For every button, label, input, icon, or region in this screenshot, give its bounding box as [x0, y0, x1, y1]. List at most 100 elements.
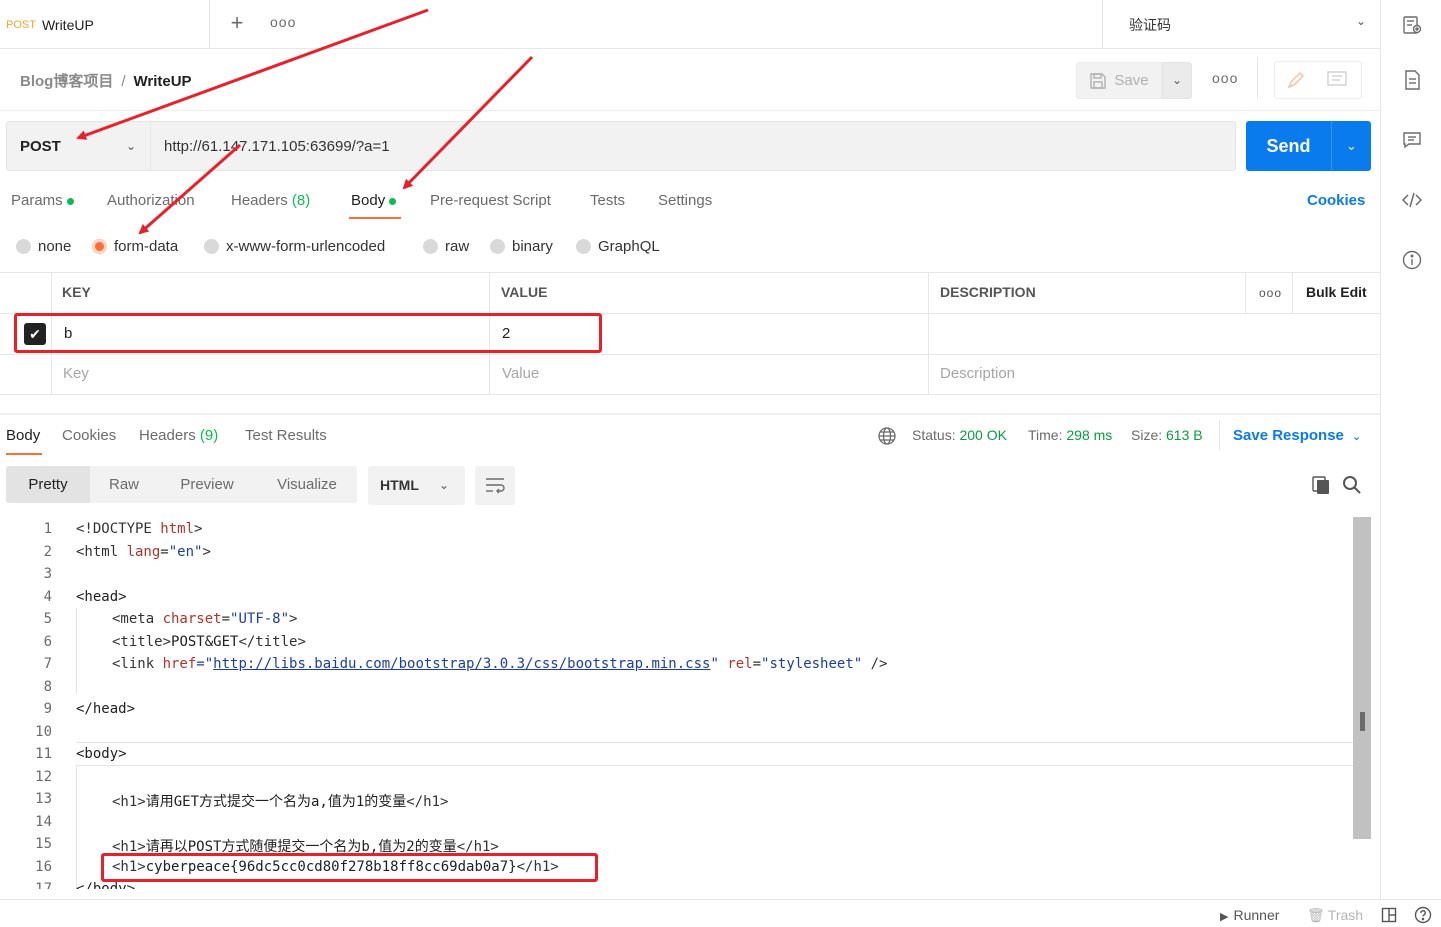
view-preview-button[interactable]: Preview: [166, 466, 248, 503]
line-number: 4: [43, 589, 52, 605]
environment-select[interactable]: 验证码 ⌄: [1102, 0, 1380, 49]
divider: [0, 110, 1380, 111]
save-response-button[interactable]: Save Response ⌄: [1233, 427, 1361, 444]
radio-label: raw: [445, 238, 470, 255]
code-token: <title>: [112, 634, 172, 650]
save-response-label: Save Response: [1233, 427, 1344, 444]
line-number: 8: [43, 679, 52, 695]
save-label: Save: [1114, 72, 1149, 89]
radio-none[interactable]: none: [16, 238, 71, 255]
save-button[interactable]: Save: [1076, 62, 1162, 99]
send-dropdown-button[interactable]: ⌄: [1331, 121, 1371, 171]
current-line-highlight: [76, 742, 1353, 766]
size-label: Size:: [1131, 427, 1163, 443]
comment-icon[interactable]: [1401, 129, 1423, 151]
line-number: 10: [35, 724, 52, 740]
divider: [1257, 57, 1258, 99]
response-tab-headers[interactable]: Headers (9): [139, 427, 218, 444]
layout-icon[interactable]: [1381, 907, 1397, 923]
view-visualize-button[interactable]: Visualize: [262, 466, 352, 503]
trash-button[interactable]: 🗑 Trash: [1307, 907, 1363, 924]
radio-label: form-data: [114, 238, 179, 255]
right-sidebar: [1380, 0, 1441, 900]
bulk-edit-button[interactable]: Bulk Edit: [1306, 284, 1367, 300]
table-border: [1245, 272, 1246, 313]
language-select[interactable]: HTML ⌄: [368, 466, 465, 505]
code-link[interactable]: http://libs.baidu.com/bootstrap/3.0.3/cs…: [213, 656, 710, 672]
tab-prerequest-script[interactable]: Pre-request Script: [430, 192, 551, 209]
language-label: HTML: [380, 477, 419, 493]
status-value: 200 OK: [959, 427, 1007, 443]
info-icon[interactable]: [1401, 249, 1423, 271]
runner-button[interactable]: ▶ Runner: [1220, 907, 1279, 923]
search-icon[interactable]: [1341, 474, 1363, 496]
wrap-button[interactable]: [475, 466, 515, 505]
view-raw-button[interactable]: Raw: [90, 466, 158, 503]
comment-icon[interactable]: [1326, 70, 1348, 90]
copy-icon[interactable]: [1310, 474, 1332, 496]
tab-settings[interactable]: Settings: [658, 192, 712, 209]
save-dropdown-button[interactable]: ⌄: [1162, 62, 1192, 99]
plus-icon[interactable]: +: [226, 12, 248, 36]
new-description-input[interactable]: Description: [940, 365, 1015, 382]
code-line: <body>: [76, 746, 127, 762]
tab-body[interactable]: Body: [351, 192, 397, 209]
view-pretty-button[interactable]: Pretty: [6, 466, 90, 503]
tab-tests[interactable]: Tests: [590, 192, 625, 209]
code-token: </h1>: [406, 794, 449, 810]
column-header-value: VALUE: [501, 284, 548, 300]
code-line: <link href="http://libs.baidu.com/bootst…: [112, 656, 888, 672]
new-value-input[interactable]: Value: [502, 365, 539, 382]
trash-label: Trash: [1327, 907, 1364, 923]
ellipsis-icon[interactable]: ooo: [270, 14, 296, 30]
table-border: [1292, 272, 1293, 313]
new-key-input[interactable]: Key: [63, 365, 89, 382]
radio-form-data[interactable]: form-data: [92, 238, 178, 255]
runner-icon: ▶: [1220, 911, 1229, 923]
radio-raw[interactable]: raw: [423, 238, 469, 255]
code-token: rel: [727, 656, 753, 672]
help-icon[interactable]: [1414, 906, 1432, 924]
globe-icon[interactable]: [877, 426, 897, 446]
pencil-icon[interactable]: [1286, 70, 1306, 90]
code-line: <head>: [76, 589, 127, 605]
response-tab-cookies[interactable]: Cookies: [62, 427, 116, 444]
response-tab-headers-label: Headers: [139, 427, 196, 444]
radio-graphql[interactable]: GraphQL: [576, 238, 660, 255]
ellipsis-icon[interactable]: ooo: [1212, 70, 1238, 86]
chevron-down-icon: ⌄: [125, 139, 136, 153]
code-token: <html: [76, 544, 127, 560]
scrollbar-thumb[interactable]: [1360, 712, 1365, 731]
breadcrumb-request[interactable]: WriteUP: [134, 73, 192, 90]
save-icon: [1090, 72, 1107, 89]
code-token: POST&GET: [171, 634, 239, 650]
code-line: </head>: [76, 701, 136, 717]
tab-headers[interactable]: Headers (8): [231, 192, 310, 209]
response-tab-test-results[interactable]: Test Results: [245, 427, 327, 444]
line-number: 3: [43, 566, 52, 582]
send-button[interactable]: Send: [1246, 121, 1331, 171]
scrollbar[interactable]: [1353, 517, 1371, 839]
tab-authorization[interactable]: Authorization: [107, 192, 195, 209]
response-tab-body[interactable]: Body: [6, 427, 40, 444]
code-token: <link: [112, 656, 163, 672]
ellipsis-icon[interactable]: ooo: [1259, 286, 1282, 300]
environment-quick-look-icon[interactable]: [1401, 14, 1423, 36]
annotation-box: [14, 313, 602, 353]
code-icon[interactable]: [1401, 189, 1423, 211]
request-tab[interactable]: POST WriteUP: [0, 0, 210, 49]
url-input[interactable]: http://61.147.171.105:63699/?a=1: [151, 121, 1236, 171]
response-code-editor[interactable]: 1 2 3 4 5 6 7 8 9 10 11 12 13 14 15 16 1…: [0, 517, 1353, 889]
tab-name: WriteUP: [41, 16, 94, 33]
chevron-down-icon: ⌄: [1351, 431, 1362, 443]
breadcrumb-collection[interactable]: Blog博客项目: [20, 73, 113, 90]
cookies-link[interactable]: Cookies: [1307, 192, 1365, 209]
radio-x-www-form-urlencoded[interactable]: x-www-form-urlencoded: [204, 238, 385, 255]
radio-binary[interactable]: binary: [490, 238, 553, 255]
tab-params[interactable]: Params: [11, 192, 74, 209]
divider: [0, 413, 1380, 415]
chevron-down-icon: ⌄: [438, 478, 449, 492]
document-icon[interactable]: [1401, 69, 1423, 91]
size-info: Size: 613 B: [1131, 427, 1203, 443]
method-select[interactable]: POST ⌄: [6, 121, 151, 171]
